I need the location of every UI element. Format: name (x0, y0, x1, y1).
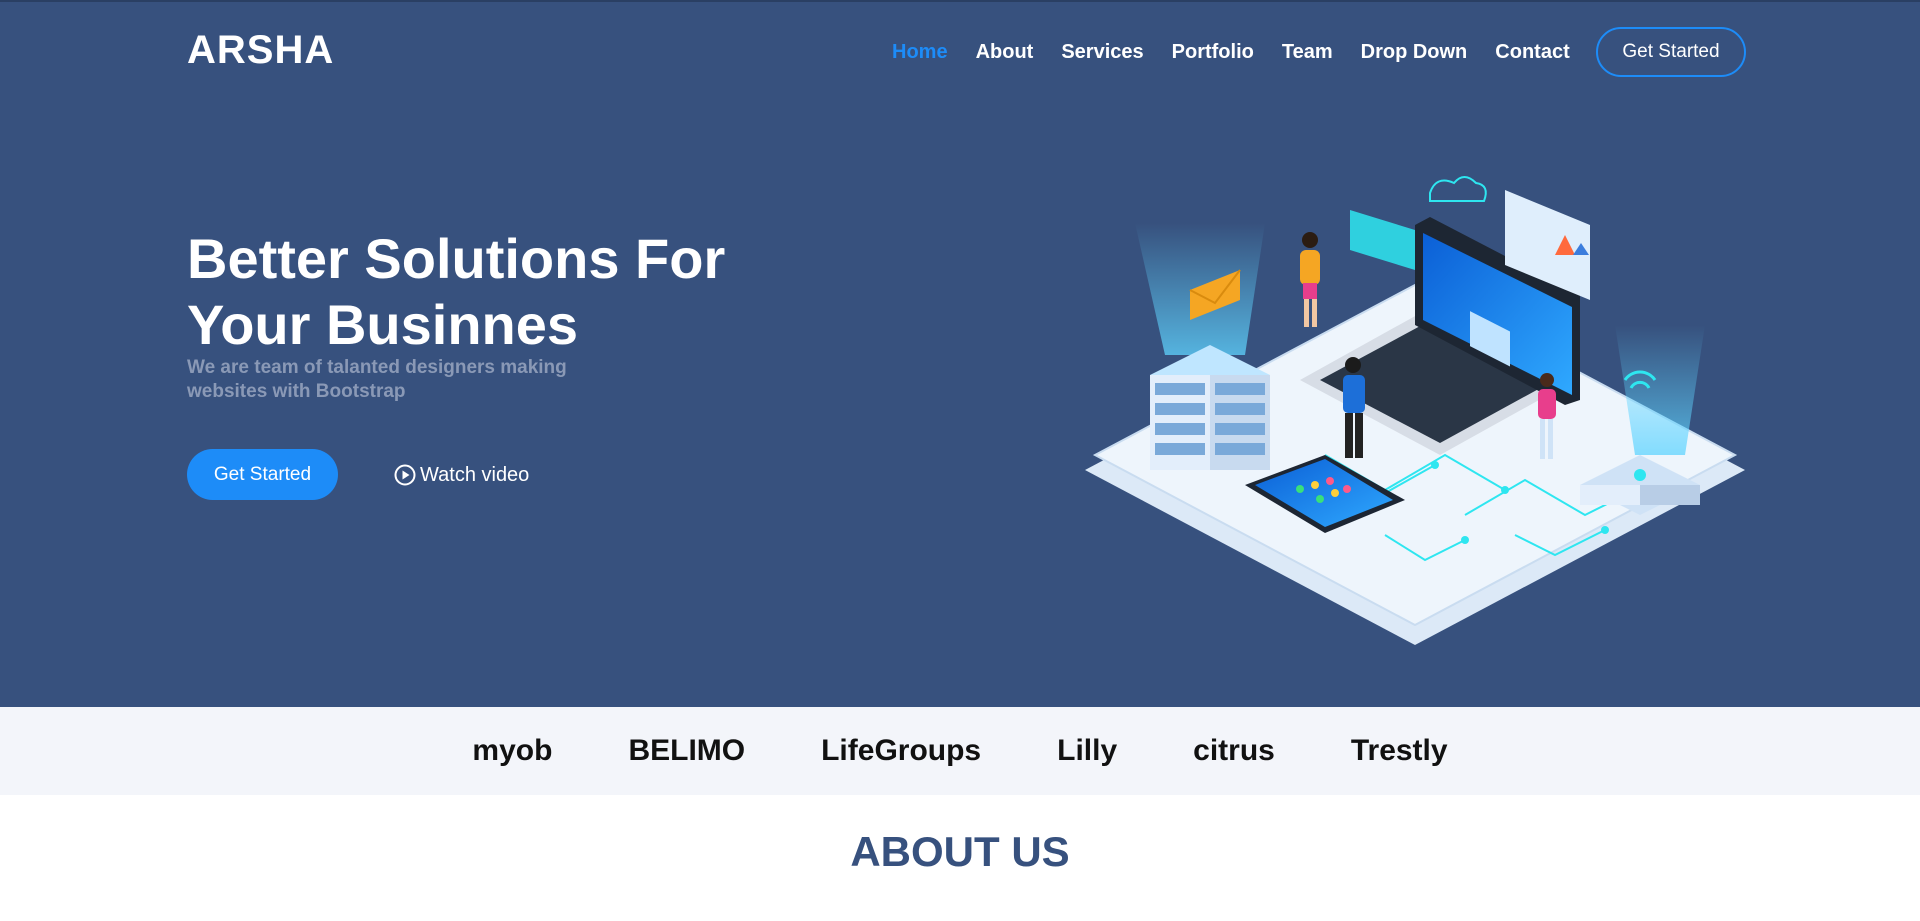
client-logo-myob: myob (472, 734, 553, 767)
nav-item-team[interactable]: Team (1282, 41, 1333, 64)
client-logo-citrus: citrus (1193, 734, 1275, 767)
about-section-title: ABOUT US (850, 828, 1070, 875)
client-logo-belimo: BELIMO (628, 734, 746, 767)
isometric-tech-illustration (1085, 176, 1745, 645)
nav-item-services[interactable]: Services (1061, 41, 1143, 64)
play-circle-icon (394, 464, 416, 486)
top-border (0, 0, 1920, 2)
hero-title: Better Solutions For Your Businnes (187, 226, 807, 358)
client-logo-trestly: Trestly (1350, 734, 1448, 767)
watch-video-label: Watch video (420, 463, 530, 486)
clients-section: myob BELIMO LifeGroups Lilly citrus Tres… (0, 707, 1920, 795)
watch-video-button[interactable]: Watch video (394, 462, 529, 488)
nav-item-contact[interactable]: Contact (1495, 41, 1569, 64)
hero-title-line2: Your Businnes (187, 293, 579, 356)
nav-item-dropdown[interactable]: Drop Down (1361, 41, 1468, 64)
main-nav: Home About Services Portfolio Team Drop … (892, 38, 1598, 66)
hero-title-line1: Better Solutions For (187, 227, 726, 290)
hero-subtitle-line2: websites with Bootstrap (187, 381, 406, 402)
hero-section: ARSHA Home About Services Portfolio Team… (0, 0, 1920, 707)
site-logo[interactable]: ARSHA (187, 28, 334, 73)
client-logo-list: myob BELIMO LifeGroups Lilly citrus Tres… (0, 707, 1920, 795)
hero-get-started-button[interactable]: Get Started (187, 449, 338, 500)
client-logo-lifegroups: LifeGroups (821, 734, 982, 767)
nav-item-portfolio[interactable]: Portfolio (1172, 41, 1254, 64)
nav-get-started-button[interactable]: Get Started (1596, 27, 1746, 77)
nav-item-home[interactable]: Home (892, 41, 948, 64)
hero-subtitle: We are team of talanted designers making… (187, 356, 647, 404)
client-logo-lilly: Lilly (1057, 734, 1118, 767)
hero-subtitle-line1: We are team of talanted designers making (187, 357, 567, 378)
nav-item-about[interactable]: About (976, 41, 1034, 64)
